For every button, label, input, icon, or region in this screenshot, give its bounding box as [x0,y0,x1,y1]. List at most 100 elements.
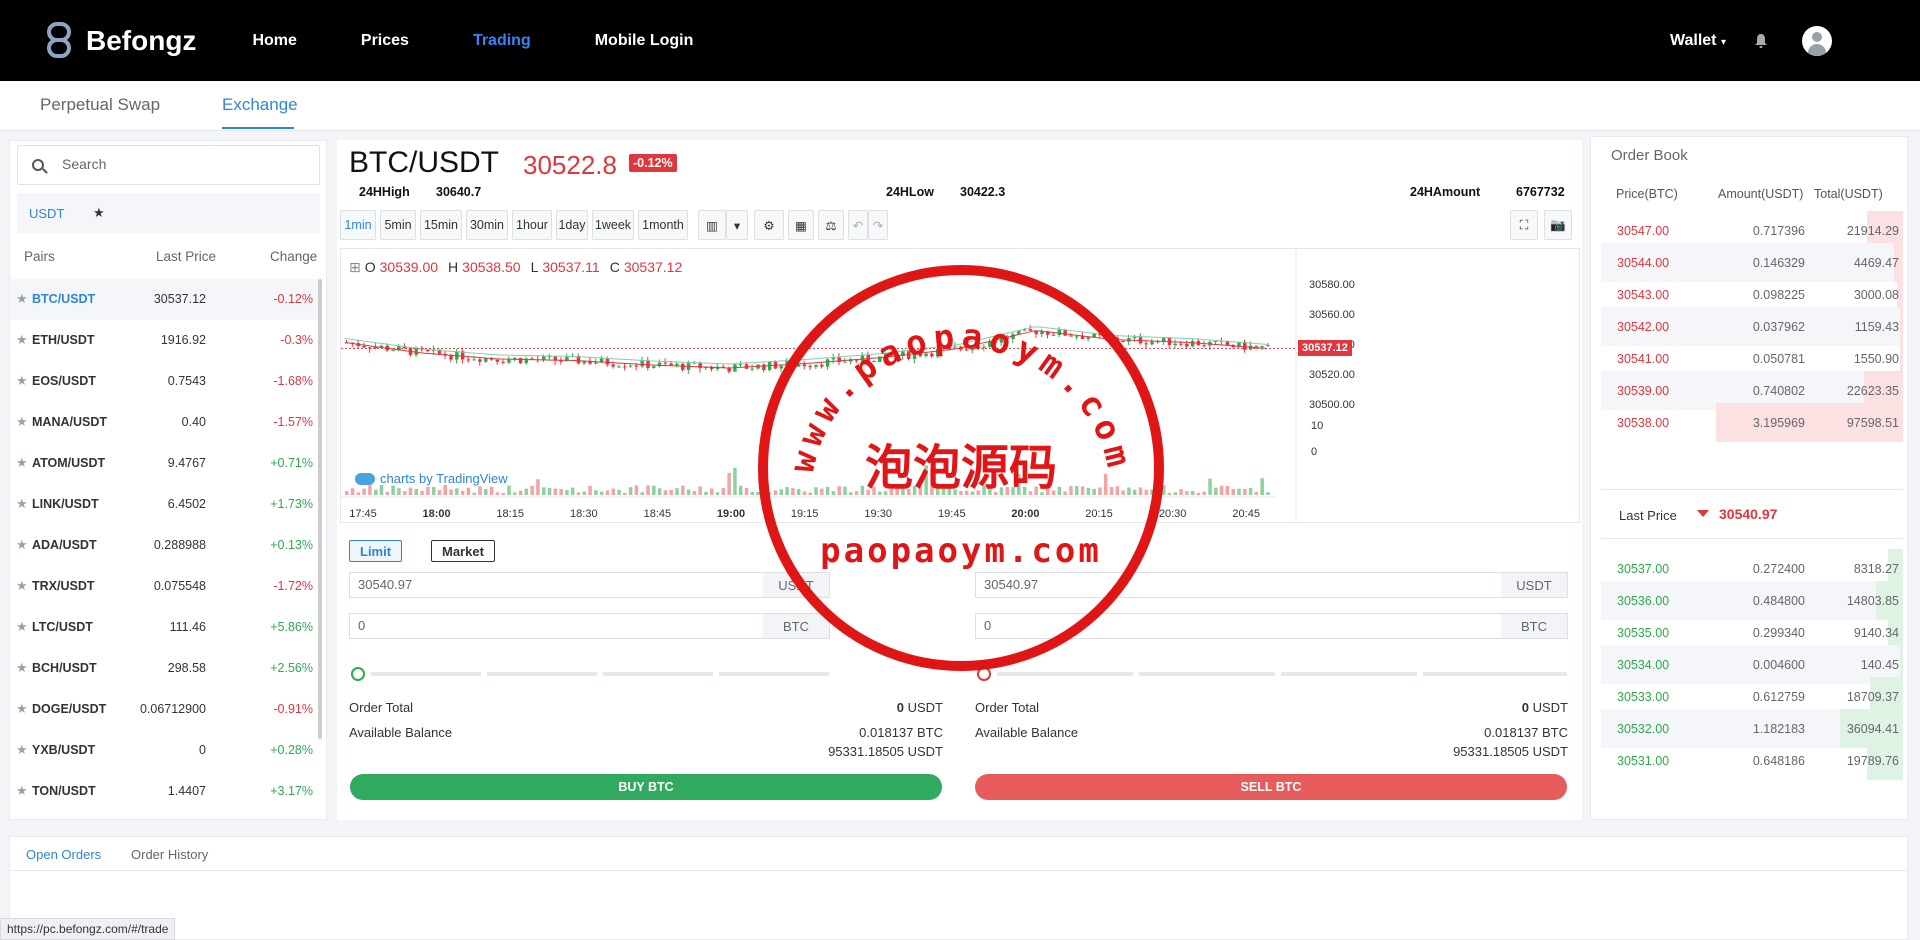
buy-slider-handle[interactable] [351,667,365,681]
market-row[interactable]: ★ ATOM/USDT 9.4767 +0.71% [10,443,318,484]
favorite-star-icon[interactable]: ★ [16,291,28,307]
indicators-icon[interactable]: ▦ [788,210,814,240]
price-chart[interactable]: ⊞ O 30539.00 H 30538.50 L 30537.11 C 30537.1… [340,248,1580,523]
sell-slider-track[interactable] [1281,672,1417,676]
user-avatar[interactable] [1802,25,1832,56]
candle-body [988,341,992,347]
favorite-star-icon[interactable]: ★ [16,701,28,717]
tab-order-history[interactable]: Order History [131,847,208,862]
y-tick-label: 30500.00 [1309,399,1355,411]
sell-slider-track[interactable] [1423,672,1567,676]
interval-15min[interactable]: 15min [420,210,462,240]
symbol-title: BTC/USDT [349,146,499,179]
favorite-star-icon[interactable]: ★ [16,414,28,430]
buy-slider-track[interactable] [719,672,829,676]
buy-price-field[interactable]: USDT [349,572,830,598]
favorite-star-icon[interactable]: ★ [16,332,28,348]
favorite-star-icon[interactable]: ★ [16,619,28,635]
buy-button[interactable]: BUY BTC [350,774,942,800]
volume-bar [1156,485,1160,495]
bid-row[interactable]: 30531.00 0.648186 19789.76 [1601,741,1903,780]
market-row[interactable]: ★ BTC/USDT 30537.12 -0.12% [10,279,318,320]
order-type-limit[interactable]: Limit [349,540,403,562]
order-type-market[interactable]: Market [431,540,495,562]
buy-order-total: 0 USDT [697,700,943,715]
interval-30min[interactable]: 30min [466,210,508,240]
nav-trading[interactable]: Trading [473,32,531,50]
tradingview-attribution[interactable]: charts by TradingView [355,471,508,486]
compare-scale-icon[interactable]: ⚖ [818,210,844,240]
market-row[interactable]: ★ TON/USDT 1.4407 +3.17% [10,771,318,812]
favorite-star-icon[interactable]: ★ [16,660,28,676]
bell-icon[interactable] [1754,33,1768,49]
sell-slider-handle[interactable] [977,667,991,681]
ask-row[interactable]: 30538.00 3.195969 97598.51 [1601,403,1903,442]
camera-icon[interactable]: 📷 [1544,210,1572,240]
tab-open-orders[interactable]: Open Orders [26,847,101,862]
volume-bar [501,492,505,495]
buy-amount-input[interactable] [358,618,758,633]
fullscreen-icon[interactable]: ⛶ [1510,210,1538,240]
candle-body [1028,329,1033,331]
interval-1month[interactable]: 1month [638,210,688,240]
volume-bar [1086,487,1091,495]
favorites-star-icon[interactable]: ★ [93,205,105,221]
interval-1min[interactable]: 1min [340,210,376,240]
favorite-star-icon[interactable]: ★ [16,537,28,553]
market-row[interactable]: ★ YXB/USDT 0 +0.28% [10,730,318,771]
tab-exchange[interactable]: Exchange [222,95,298,115]
undo-icon[interactable]: ↶ [848,210,868,240]
sell-button[interactable]: SELL BTC [975,774,1567,800]
buy-slider-track[interactable] [603,672,713,676]
favorite-star-icon[interactable]: ★ [16,496,28,512]
sell-price-input[interactable] [984,577,1384,592]
market-row[interactable]: ★ DOGE/USDT 0.06712900 -0.91% [10,689,318,730]
market-row[interactable]: ★ TRX/USDT 0.075548 -1.72% [10,566,318,607]
sell-amount-field[interactable]: BTC [975,613,1568,639]
interval-5min[interactable]: 5min [380,210,416,240]
tab-perpetual-swap[interactable]: Perpetual Swap [40,95,160,115]
nav-mobile-login[interactable]: Mobile Login [595,32,694,50]
buy-amount-field[interactable]: BTC [349,613,830,639]
interval-1day[interactable]: 1day [556,210,588,240]
interval-1hour[interactable]: 1hour [512,210,552,240]
market-row[interactable]: ★ ADA/USDT 0.288988 +0.13% [10,525,318,566]
sell-balance-usdt: 95331.18505 USDT [1453,744,1568,759]
favorite-star-icon[interactable]: ★ [16,742,28,758]
buy-price-input[interactable] [358,577,758,592]
market-row[interactable]: ★ LINK/USDT 6.4502 +1.73% [10,484,318,525]
market-row[interactable]: ★ BCH/USDT 298.58 +2.56% [10,648,318,689]
sell-slider-track[interactable] [1139,672,1275,676]
nav-prices[interactable]: Prices [361,32,409,50]
favorite-star-icon[interactable]: ★ [16,578,28,594]
buy-slider-track[interactable] [371,672,481,676]
favorite-star-icon[interactable]: ★ [16,373,28,389]
sell-price-field[interactable]: USDT [975,572,1568,598]
volume-bar [692,491,697,495]
volume-bar [599,491,604,495]
sell-slider-track[interactable] [997,672,1133,676]
candle-type-icon[interactable]: ▥ [698,210,726,240]
low-value: 30422.3 [960,185,1006,199]
market-row[interactable]: ★ ETH/USDT 1916.92 -0.3% [10,320,318,361]
market-row[interactable]: ★ MANA/USDT 0.40 -1.57% [10,402,318,443]
settings-gear-icon[interactable]: ⚙ [754,210,784,240]
brand-logo[interactable]: Befongz [46,21,196,60]
redo-icon[interactable]: ↷ [868,210,888,240]
quote-tab-usdt[interactable]: USDT [29,206,64,221]
market-row[interactable]: ★ EOS/USDT 0.7543 -1.68% [10,361,318,402]
nav-home[interactable]: Home [252,32,296,50]
buy-slider-track[interactable] [487,672,597,676]
market-row[interactable]: ★ LTC/USDT 111.46 +5.86% [10,607,318,648]
search-input[interactable] [62,150,312,178]
volume-bar [1011,487,1015,495]
chevron-down-icon[interactable]: ▾ [726,210,748,240]
market-scrollbar[interactable] [318,279,322,739]
volume-bar [1225,486,1230,495]
interval-1week[interactable]: 1week [592,210,634,240]
favorite-star-icon[interactable]: ★ [16,455,28,471]
volume-bar [1190,491,1195,495]
sell-amount-input[interactable] [984,618,1384,633]
favorite-star-icon[interactable]: ★ [16,783,28,799]
wallet-menu[interactable]: Wallet ▾ [1670,32,1726,50]
